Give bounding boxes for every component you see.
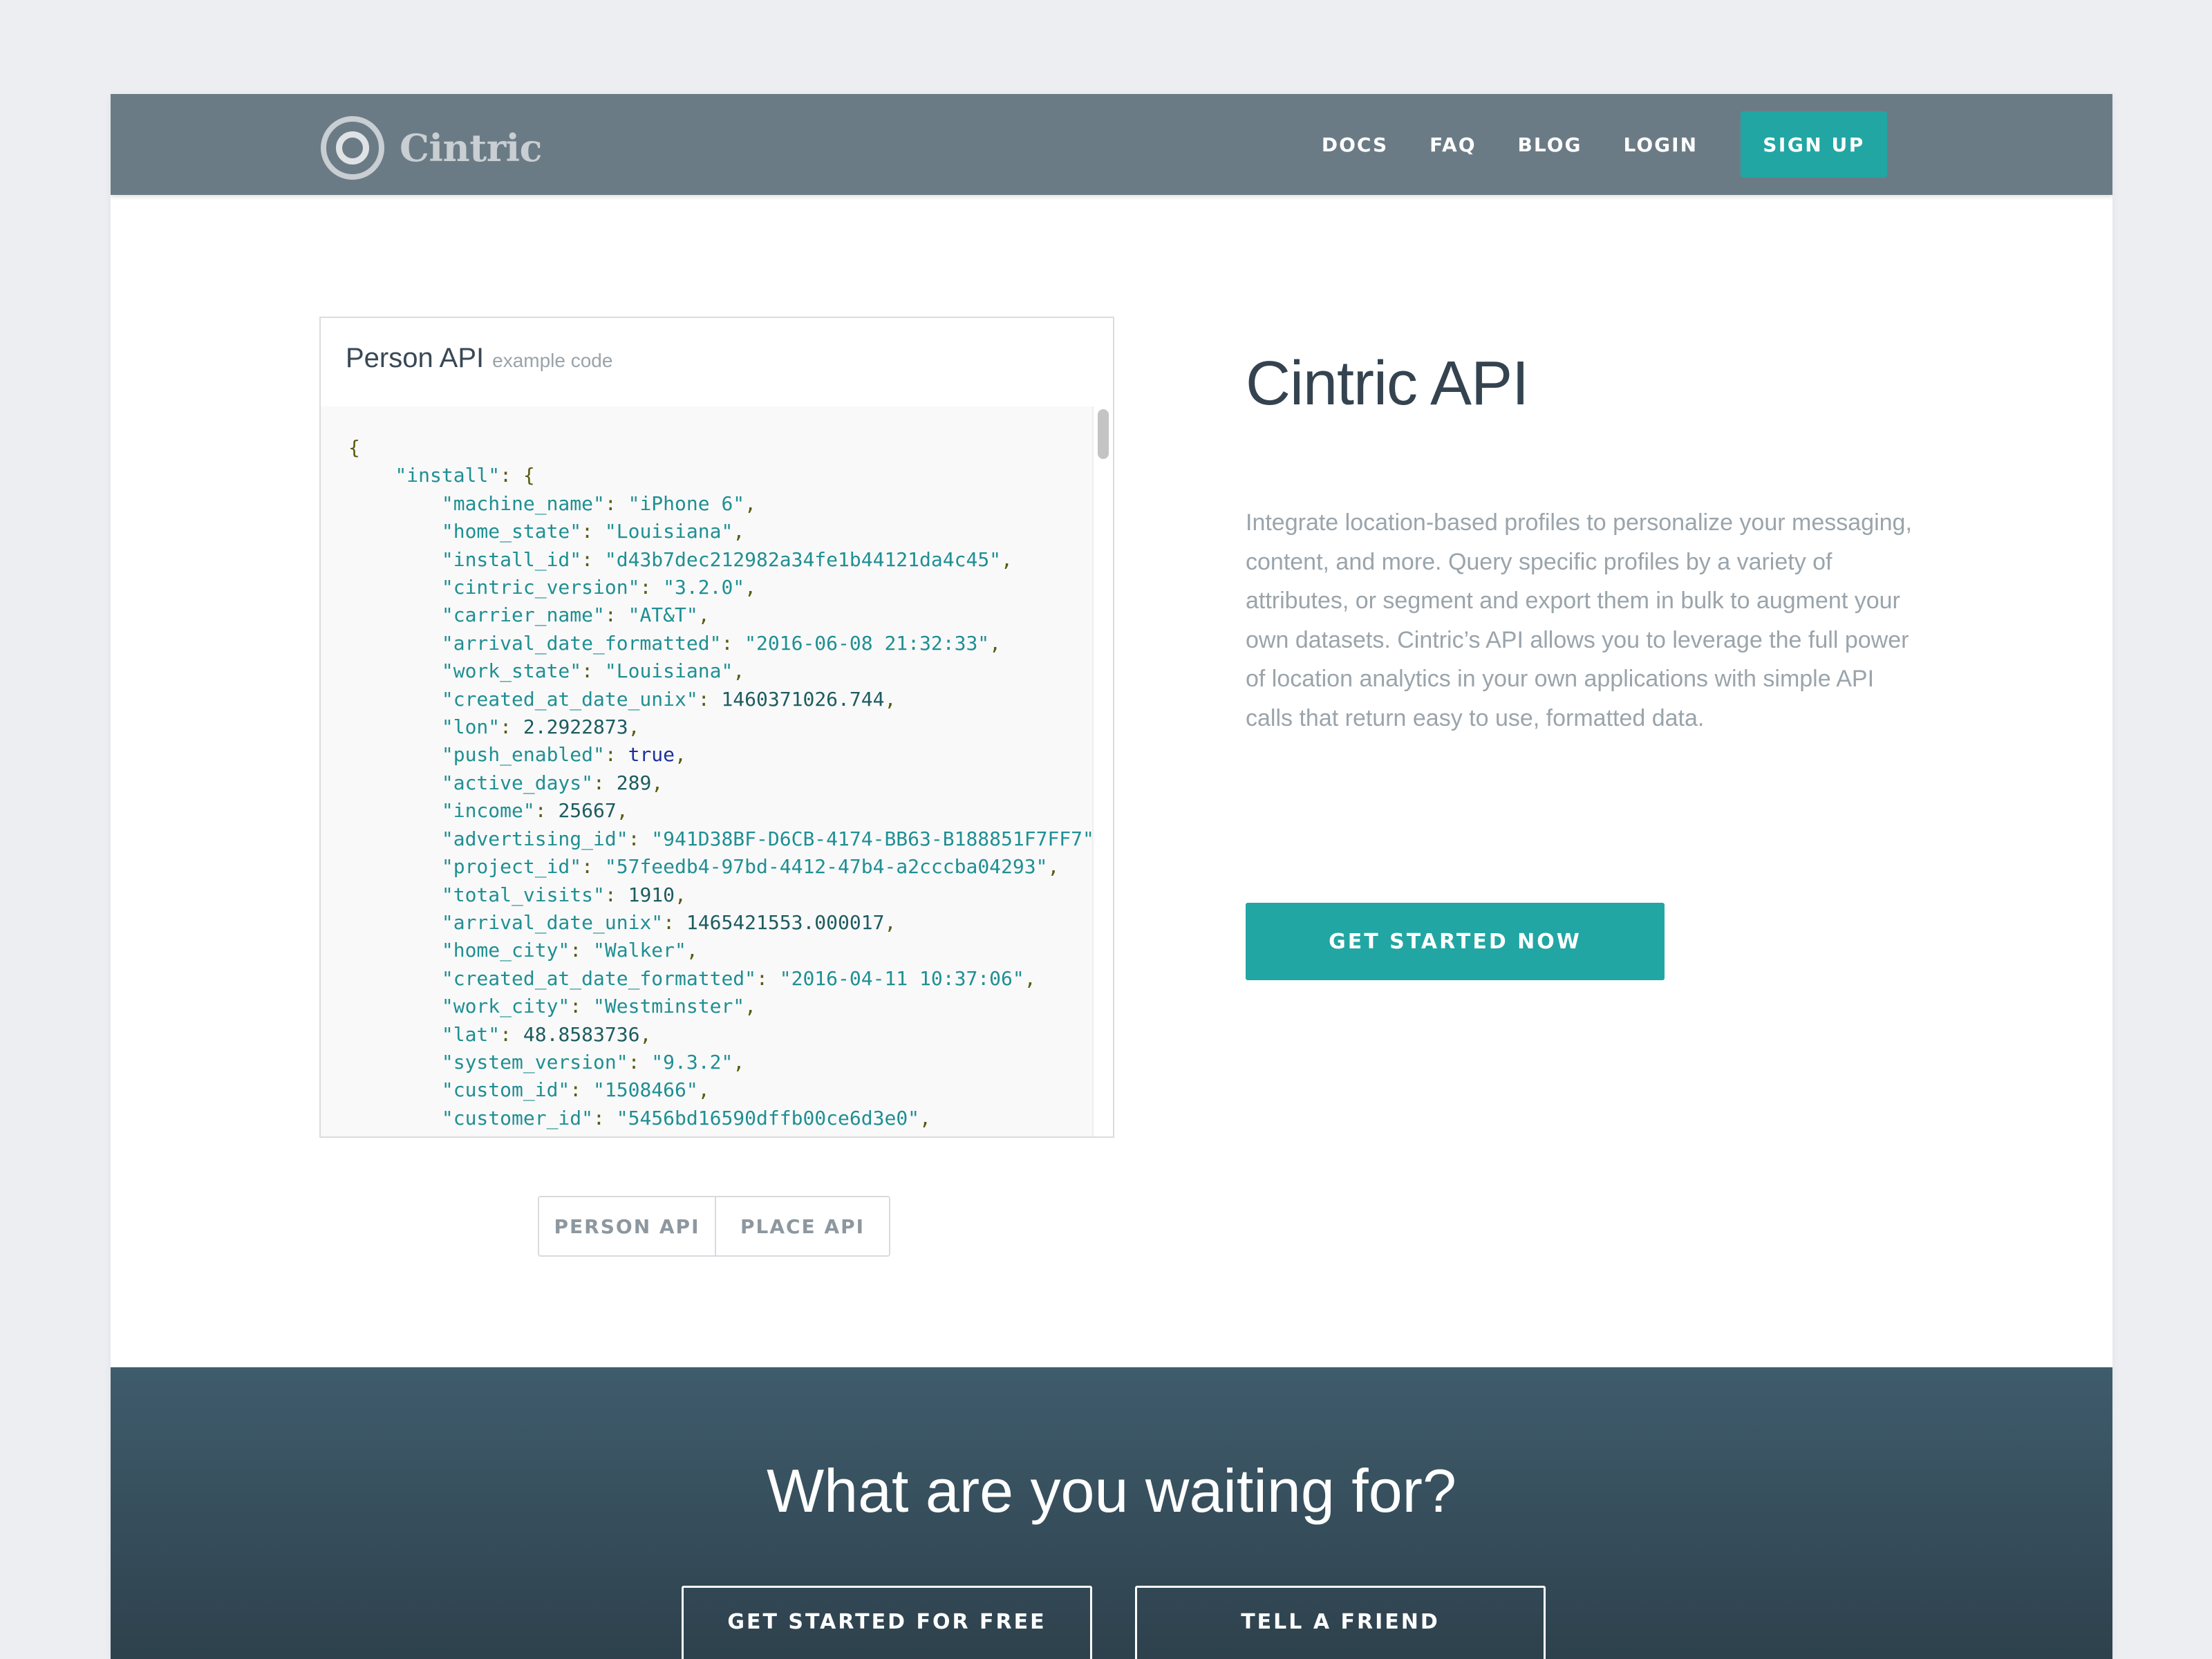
get-started-free-button[interactable]: GET STARTED FOR FREE <box>682 1586 1092 1659</box>
code-panel-title: Person API <box>346 343 485 373</box>
code-line: "advertising_id": "941D38BF-D6CB-4174-BB… <box>441 827 1106 850</box>
code-line: { <box>348 436 360 459</box>
logo[interactable]: Cintric <box>321 116 543 180</box>
nav-link-faq[interactable]: FAQ <box>1430 133 1476 156</box>
page-title: Cintric API <box>1246 349 1529 418</box>
code-line: "project_id": "57feedb4-97bd-4412-47b4-a… <box>441 855 1060 879</box>
code-scroll-area[interactable]: { "install": { "machine_name": "iPhone 6… <box>321 406 1113 1136</box>
nav-link-blog[interactable]: BLOG <box>1518 133 1582 156</box>
nav-link-docs[interactable]: DOCS <box>1322 133 1388 156</box>
tell-a-friend-button[interactable]: TELL A FRIEND <box>1135 1586 1546 1659</box>
cta-title: What are you waiting for? <box>767 1456 1456 1525</box>
code-line: "install_id": "d43b7dec212982a34fe1b4412… <box>441 547 1013 571</box>
scrollbar-thumb[interactable] <box>1098 409 1109 459</box>
code-line: "install": { <box>395 464 535 487</box>
code-block: { "install": { "machine_name": "iPhone 6… <box>348 434 1106 1132</box>
code-panel-subtitle: example code <box>492 350 613 371</box>
code-line: "cintric_version": "3.2.0", <box>441 576 757 599</box>
code-line: "home_city": "Walker", <box>441 939 698 962</box>
code-line: "income": 25667, <box>441 799 628 823</box>
logo-text: Cintric <box>400 126 543 170</box>
code-line: "work_state": "Louisiana", <box>441 659 745 683</box>
scrollbar[interactable] <box>1092 406 1113 1136</box>
code-line: "push_enabled": true, <box>441 743 686 767</box>
api-description: Integrate location-based profiles to per… <box>1246 509 1912 731</box>
code-example-panel: Person API example code { "install": { "… <box>319 317 1114 1138</box>
code-line: "active_days": 289, <box>441 771 664 794</box>
code-line: "created_at_date_unix": 1460371026.744, <box>441 687 897 711</box>
code-line: "custom_id": "1508466", <box>441 1078 710 1102</box>
api-toggle: PERSON API PLACE API <box>538 1196 890 1257</box>
code-line: "arrival_date_unix": 1465421553.000017, <box>441 910 897 934</box>
sign-up-button[interactable]: SIGN UP <box>1741 111 1887 178</box>
code-line: "system_version": "9.3.2", <box>441 1050 745 1074</box>
cintric-logo-icon <box>321 116 384 180</box>
code-line: "work_city": "Westminster", <box>441 995 757 1018</box>
nav-link-login[interactable]: LOGIN <box>1624 133 1698 156</box>
code-line: "lat": 48.8583736, <box>441 1022 652 1046</box>
code-line: "home_state": "Louisiana", <box>441 520 745 543</box>
code-line: "customer_id": "5456bd16590dffb00ce6d3e0… <box>441 1106 931 1130</box>
page-frame: Cintric DOCS FAQ BLOG LOGIN SIGN UP Pers… <box>111 94 2112 1659</box>
code-line: "created_at_date_formatted": "2016-04-11… <box>441 966 1036 990</box>
nav-links: DOCS FAQ BLOG LOGIN SIGN UP <box>1322 94 2112 195</box>
code-line: "total_visits": 1910, <box>441 883 686 906</box>
cta-section: What are you waiting for? GET STARTED FO… <box>111 1367 2112 1659</box>
tab-place-api[interactable]: PLACE API <box>716 1197 889 1255</box>
tab-person-api[interactable]: PERSON API <box>539 1197 716 1255</box>
code-line: "carrier_name": "AT&T", <box>441 603 710 627</box>
code-line: "lon": 2.2922873, <box>441 715 640 739</box>
code-line: "arrival_date_formatted": "2016-06-08 21… <box>441 631 1002 655</box>
top-nav: Cintric DOCS FAQ BLOG LOGIN SIGN UP <box>111 94 2112 195</box>
get-started-now-button[interactable]: GET STARTED NOW <box>1246 903 1665 980</box>
code-line: "machine_name": "iPhone 6", <box>441 491 757 515</box>
code-panel-header: Person API example code <box>321 318 1113 406</box>
